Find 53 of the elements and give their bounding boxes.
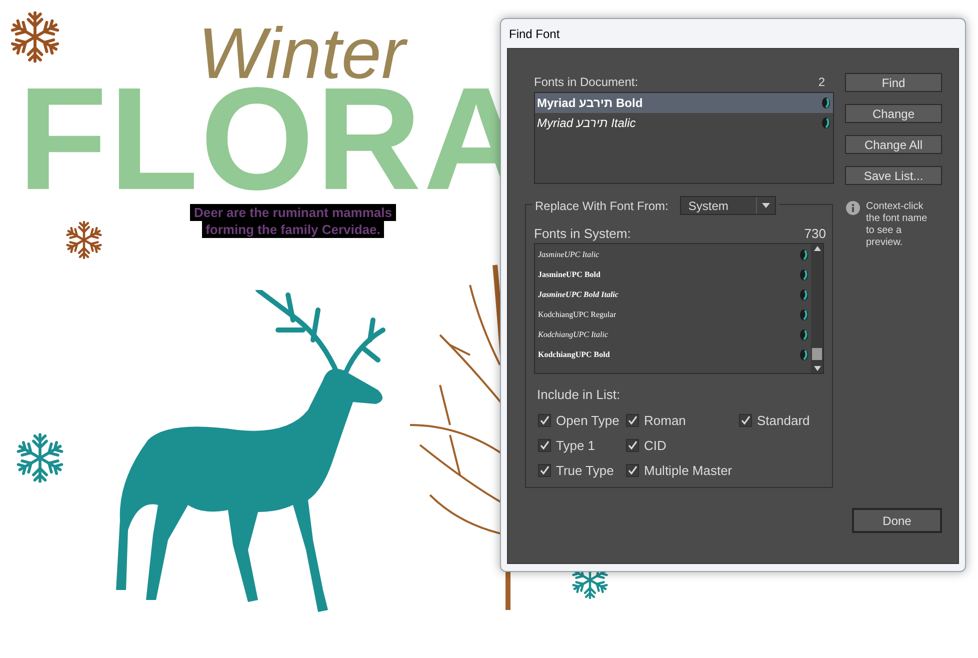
done-button[interactable]: Done [852,508,942,533]
dialog-button[interactable]: Change [845,104,942,123]
font-type-icon [821,117,831,129]
font-type-icon [799,329,809,341]
info-text: Context-click the font name to see a preview. [866,201,928,249]
font-type-icon [799,269,809,281]
font-type-icon [799,289,809,301]
source-dropdown[interactable]: System [680,196,776,215]
snowflake-icon [64,220,104,260]
checkbox[interactable] [538,464,551,477]
option-label: True Type [556,462,614,480]
checkbox[interactable] [626,439,639,452]
replace-label: Replace With Font From: [535,198,668,214]
snowflake-icon [14,432,66,484]
fonts-in-document-label: Fonts in Document: [534,74,638,91]
fonts-in-system-label: Fonts in System: [534,225,631,244]
checkbox[interactable] [538,439,551,452]
font-list-item[interactable]: KodchiangUPC Bold [535,345,811,365]
caret-icon [762,203,770,208]
option-label: Open Type [556,412,620,430]
font-list-item[interactable]: KodchiangUPC Italic [535,325,811,345]
checkbox[interactable] [538,414,551,427]
checkbox[interactable] [739,414,752,427]
option-label: Multiple Master [644,462,732,480]
font-list-item[interactable]: JasmineUPC Bold [535,265,811,285]
font-type-icon [799,349,809,361]
font-list-item[interactable]: JasmineUPC Bold Italic [535,285,811,305]
include-label: Include in List: [537,386,622,404]
option-label: Roman [644,412,686,430]
checkbox[interactable] [626,414,639,427]
snowflake-icon [8,10,62,64]
dialog-button[interactable]: Save List... [845,166,942,185]
font-count: 730 [804,225,826,244]
font-type-icon [799,249,809,261]
font-list-item[interactable]: JasmineUPC Italic [535,245,811,265]
option-label: Type 1 [556,436,596,455]
font-list-item[interactable]: KodchiangUPC Regular [535,305,811,325]
scroll-up-icon[interactable] [814,246,820,251]
font-list-item[interactable]: Myriad תירבע Bold [535,93,833,113]
checkbox[interactable] [626,464,639,477]
font-count: 2 [818,74,825,91]
option-label: CID [644,436,666,455]
font-type-icon [799,309,809,321]
option-label: Standard [757,412,810,430]
font-type-icon [821,97,831,109]
scrollbar[interactable] [811,244,823,373]
scrollbar-thumb[interactable] [812,348,822,360]
font-list-item[interactable]: Myriad תירבע Italic [535,113,833,133]
scroll-down-icon[interactable] [814,366,820,371]
dialog-button[interactable]: Find [845,73,942,92]
info-icon [846,201,860,215]
window-title: Find Font [508,26,561,42]
dialog-button[interactable]: Change All [845,135,942,154]
